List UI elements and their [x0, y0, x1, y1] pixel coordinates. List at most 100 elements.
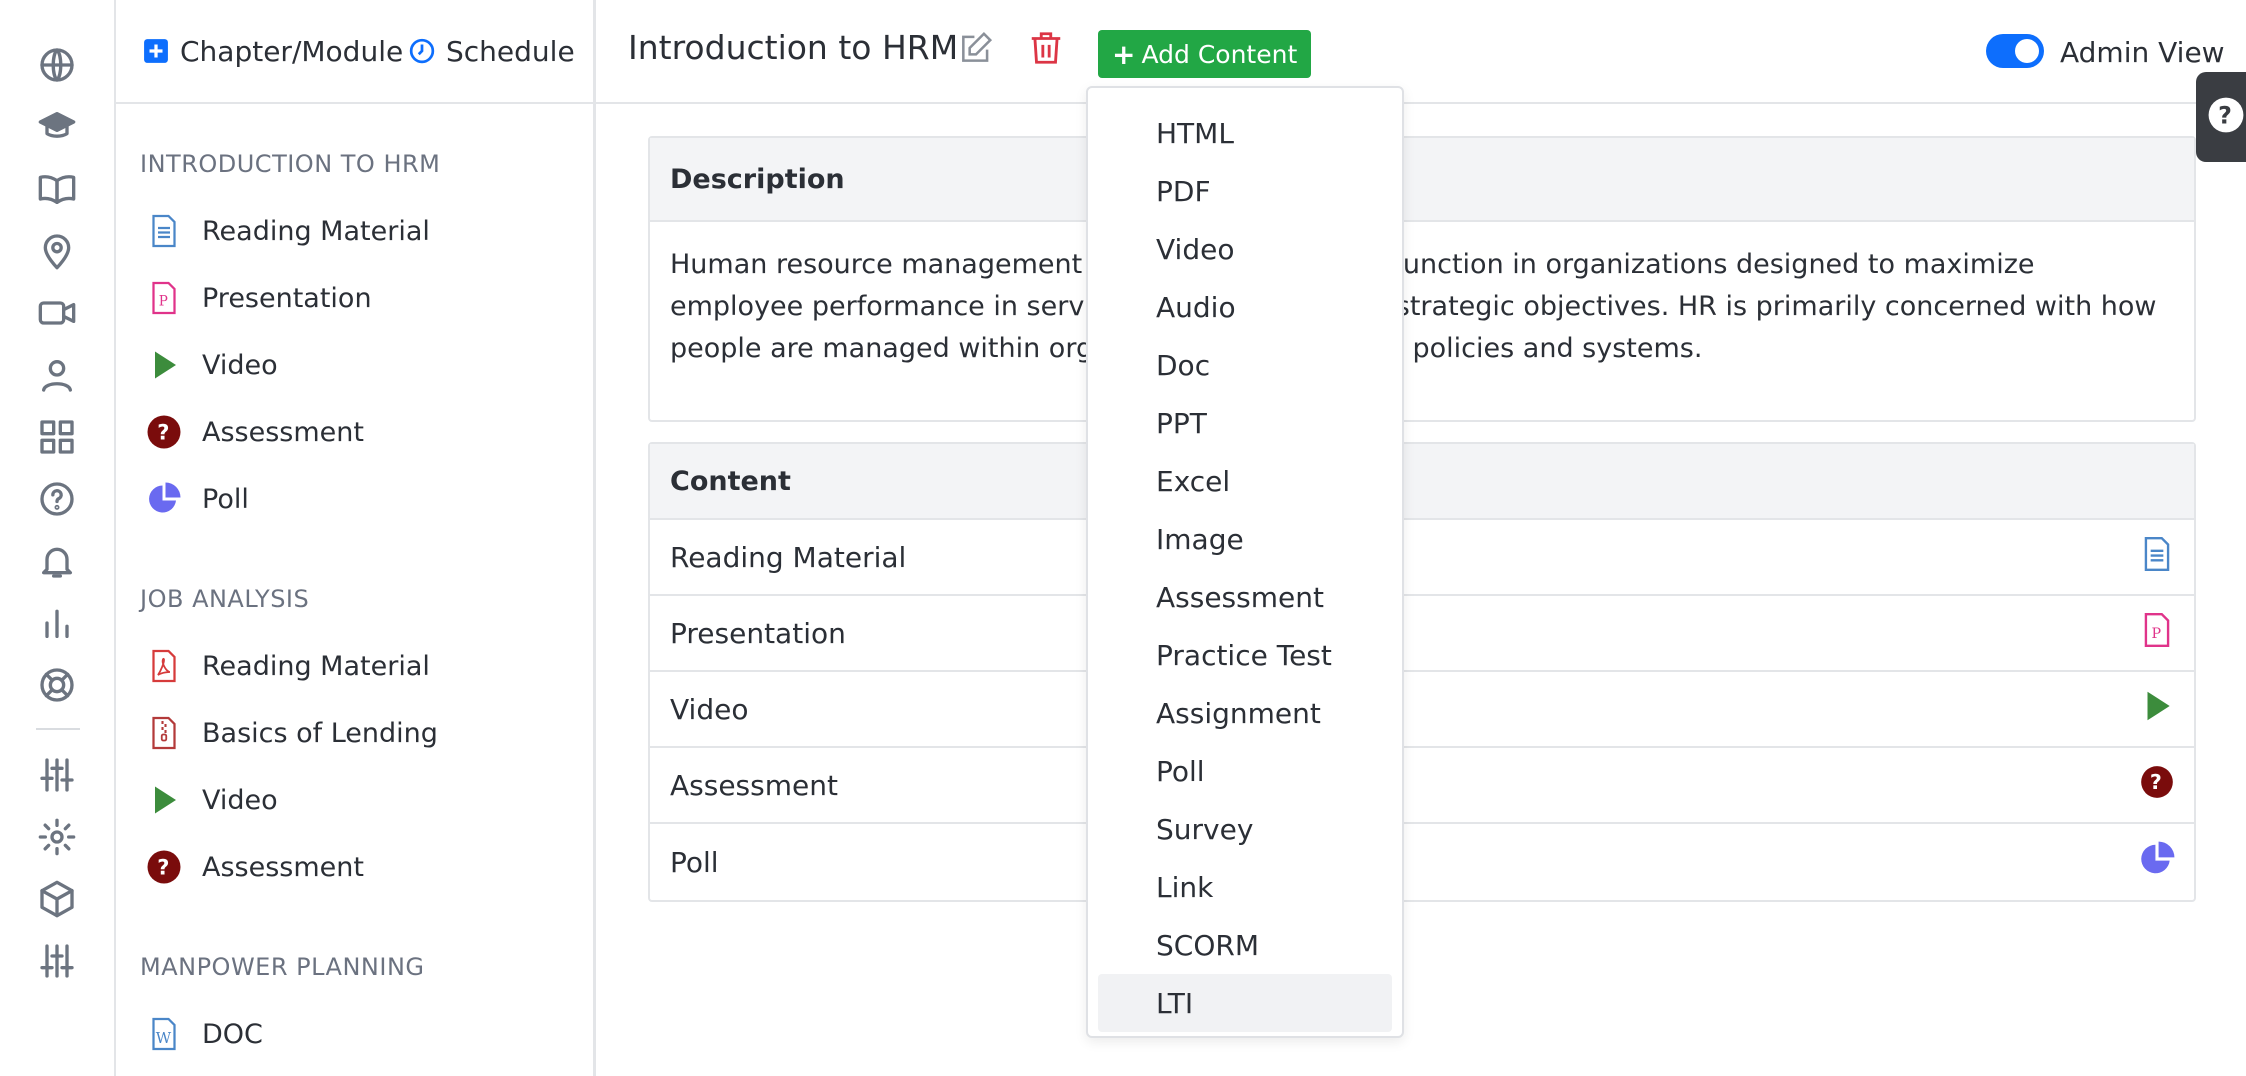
menu-item-video[interactable]: Video	[1098, 220, 1392, 278]
menu-item-html[interactable]: HTML	[1098, 104, 1392, 162]
grid-icon[interactable]	[33, 413, 81, 461]
chapter-item[interactable]: ? Assessment	[144, 844, 364, 890]
menu-item-link[interactable]: Link	[1098, 858, 1392, 916]
chapter-module-button[interactable]: Chapter/Module	[142, 30, 403, 72]
menu-item-audio[interactable]: Audio	[1098, 278, 1392, 336]
delete-button[interactable]	[1024, 28, 1068, 72]
chapter-item[interactable]: W DOC	[144, 1011, 263, 1057]
menu-item-assignment[interactable]: Assignment	[1098, 684, 1392, 742]
menu-item-pdf[interactable]: PDF	[1098, 162, 1392, 220]
menu-item-practice-test[interactable]: Practice Test	[1098, 626, 1392, 684]
content-row[interactable]: Poll	[650, 824, 2194, 900]
chapter-item-label: Basics of Lending	[202, 717, 438, 749]
svg-text:P: P	[159, 294, 168, 310]
edit-icon	[957, 29, 995, 71]
chapter-item[interactable]: Poll	[144, 476, 249, 522]
add-content-button[interactable]: + Add Content	[1098, 30, 1312, 78]
question-icon: ?	[144, 412, 184, 452]
adjustments-icon[interactable]	[33, 937, 81, 985]
icon-rail	[0, 0, 116, 1076]
content-row[interactable]: Assessment ?	[650, 748, 2194, 824]
content-row[interactable]: Video	[650, 672, 2194, 748]
menu-item-assessment[interactable]: Assessment	[1098, 568, 1392, 626]
video-camera-icon[interactable]	[33, 289, 81, 337]
chapter-item[interactable]: Video	[144, 342, 278, 388]
content-row[interactable]: Reading Material	[650, 520, 2194, 596]
menu-item-scorm[interactable]: SCORM	[1098, 916, 1392, 974]
content-heading: Content	[650, 444, 2194, 520]
plus-icon: +	[1112, 37, 1136, 71]
location-pin-icon[interactable]	[33, 227, 81, 275]
menu-item-image[interactable]: Image	[1098, 510, 1392, 568]
chapter-item[interactable]: ? Assessment	[144, 409, 364, 455]
content-row[interactable]: Presentation P	[650, 596, 2194, 672]
chapter-heading[interactable]: JOB ANALYSIS	[140, 585, 309, 613]
menu-item-excel[interactable]: Excel	[1098, 452, 1392, 510]
package-icon[interactable]	[33, 875, 81, 923]
lifebuoy-icon[interactable]	[33, 661, 81, 709]
chapter-module-label: Chapter/Module	[180, 34, 404, 68]
open-book-icon[interactable]	[33, 165, 81, 213]
question-icon: ?	[2138, 763, 2176, 808]
chapter-item[interactable]: Reading Material	[144, 643, 430, 689]
play-icon	[2138, 687, 2176, 732]
content-card: Content Reading Material Presentation P …	[648, 442, 2196, 902]
svg-text:?: ?	[157, 856, 169, 880]
word-file-icon: W	[144, 1014, 184, 1054]
question-icon: ?	[144, 847, 184, 887]
chapter-item[interactable]: P Presentation	[144, 275, 372, 321]
admin-view-toggle[interactable]	[1986, 34, 2044, 68]
menu-item-lti[interactable]: LTI	[1098, 974, 1392, 1032]
chapter-item-label: Video	[202, 784, 278, 816]
chapter-item-label: Reading Material	[202, 650, 430, 682]
graduation-cap-icon[interactable]	[33, 103, 81, 151]
menu-item-survey[interactable]: Survey	[1098, 800, 1392, 858]
page-title: Introduction to HRM	[628, 28, 959, 67]
edit-button[interactable]	[954, 28, 998, 72]
help-tab[interactable]: ?	[2196, 72, 2246, 162]
help-circle-icon[interactable]	[33, 475, 81, 523]
chapter-heading[interactable]: INTRODUCTION TO HRM	[140, 150, 440, 178]
description-heading: Description	[650, 138, 2194, 222]
chapter-item-label: DOC	[202, 1018, 263, 1050]
content-row-label: Assessment	[670, 768, 838, 802]
menu-item-ppt[interactable]: PPT	[1098, 394, 1392, 452]
play-icon	[144, 345, 184, 385]
chapter-panel: Chapter/Module Schedule INTRODUCTION TO …	[116, 0, 596, 1076]
bell-icon[interactable]	[33, 537, 81, 585]
chapter-item[interactable]: Video	[144, 777, 278, 823]
plus-square-icon	[142, 37, 170, 65]
chapter-item-label: Poll	[202, 483, 249, 515]
schedule-label: Schedule	[446, 34, 575, 68]
content-row-label: Video	[670, 692, 749, 726]
chapter-item[interactable]: Basics of Lending	[144, 710, 438, 756]
globe-icon[interactable]	[33, 41, 81, 89]
user-icon[interactable]	[33, 351, 81, 399]
chapter-item[interactable]: Reading Material	[144, 208, 430, 254]
menu-item-poll[interactable]: Poll	[1098, 742, 1392, 800]
pie-chart-icon	[144, 479, 184, 519]
sliders-icon[interactable]	[33, 751, 81, 799]
help-circle-icon: ?	[2207, 96, 2245, 138]
toggle-knob	[2015, 39, 2039, 63]
pie-chart-icon	[2138, 840, 2176, 885]
description-card: Description Human resource management (H…	[648, 136, 2196, 422]
main-content: Introduction to HRM + Add Content Admin …	[596, 0, 2246, 1076]
description-text: Human resource management (HRM) is the s…	[670, 249, 2157, 364]
zip-file-icon	[144, 713, 184, 753]
content-header: Introduction to HRM + Add Content Admin …	[596, 0, 2246, 162]
bar-chart-icon[interactable]	[33, 599, 81, 647]
chapter-heading[interactable]: MANPOWER PLANNING	[140, 953, 425, 981]
svg-text:W: W	[156, 1029, 172, 1047]
chapter-item-label: Presentation	[202, 282, 372, 314]
admin-view-label: Admin View	[2060, 36, 2225, 69]
schedule-button[interactable]: Schedule	[408, 30, 575, 72]
presentation-icon: P	[144, 278, 184, 318]
rail-divider	[36, 728, 80, 730]
document-icon	[144, 211, 184, 251]
clock-icon	[408, 37, 436, 65]
content-row-label: Poll	[670, 845, 719, 879]
menu-item-doc[interactable]: Doc	[1098, 336, 1392, 394]
gear-icon[interactable]	[33, 813, 81, 861]
chapter-item-label: Assessment	[202, 416, 364, 448]
